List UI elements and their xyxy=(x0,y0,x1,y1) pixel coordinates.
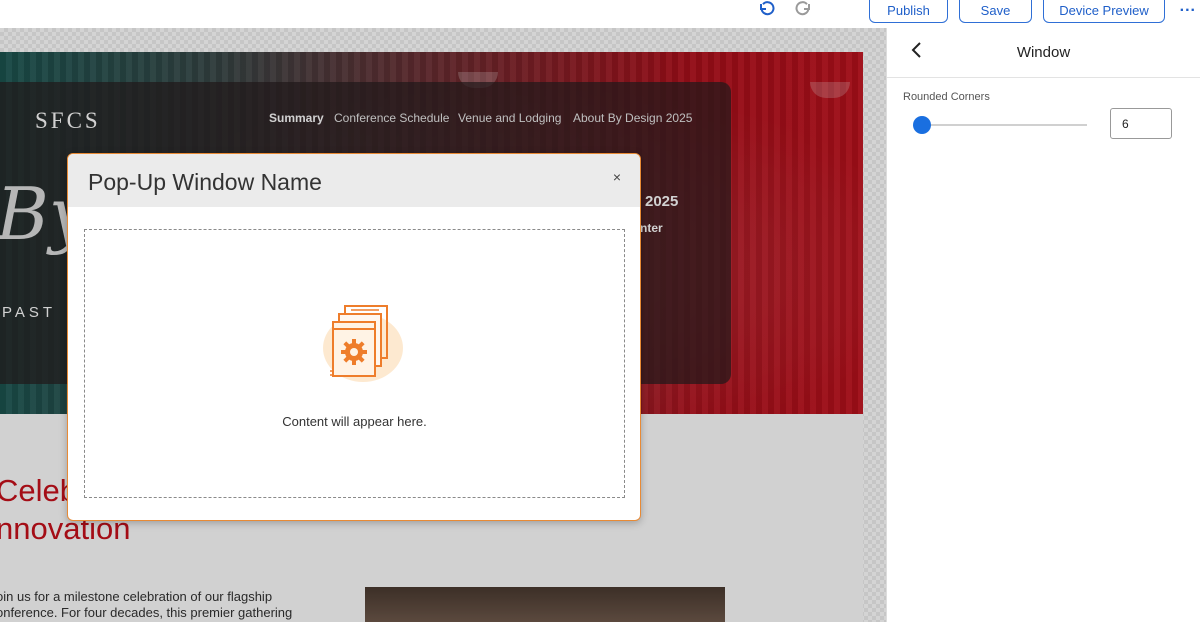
popup-header: Pop-Up Window Name × xyxy=(68,154,640,207)
placeholder-text: Content will appear here. xyxy=(282,414,427,429)
panel-header: Window xyxy=(887,28,1200,78)
slider-handle[interactable] xyxy=(913,116,931,134)
settings-window-icon xyxy=(317,298,407,388)
undo-icon[interactable] xyxy=(755,0,777,18)
device-preview-button[interactable]: Device Preview xyxy=(1043,0,1165,23)
rounded-corners-label: Rounded Corners xyxy=(903,91,990,103)
top-toolbar: Publish Save Device Preview ... xyxy=(0,0,1200,28)
more-options-icon[interactable]: ... xyxy=(1180,0,1196,15)
panel-title: Window xyxy=(1016,44,1071,61)
close-icon[interactable]: × xyxy=(613,169,621,185)
popup-window[interactable]: Pop-Up Window Name × Content will appear… xyxy=(67,153,641,521)
content-dropzone[interactable]: Content will appear here. xyxy=(84,229,625,498)
redo-icon[interactable] xyxy=(793,0,815,18)
editor-canvas: SFCS Summary Conference Schedule Venue a… xyxy=(0,28,886,622)
properties-panel: Window Rounded Corners xyxy=(886,28,1200,622)
popup-title[interactable]: Pop-Up Window Name xyxy=(88,169,322,196)
rounded-corners-slider[interactable] xyxy=(917,124,1087,126)
publish-button[interactable]: Publish xyxy=(869,0,948,23)
rounded-corners-input[interactable] xyxy=(1110,108,1172,139)
save-button[interactable]: Save xyxy=(959,0,1032,23)
